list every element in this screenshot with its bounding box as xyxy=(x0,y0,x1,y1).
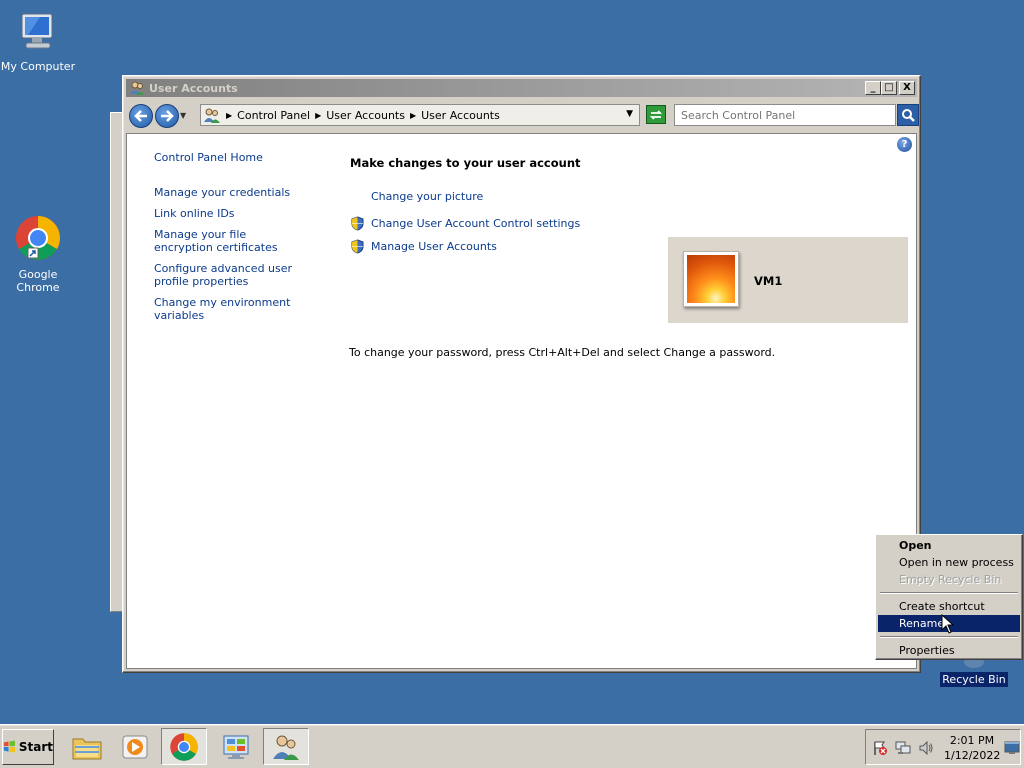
uac-shield-icon xyxy=(351,216,364,231)
windows-flag-icon xyxy=(3,740,15,753)
minimize-button[interactable]: _ xyxy=(865,81,881,95)
system-tray: 2:01 PM 1/12/2022 xyxy=(865,729,1021,765)
window-titlebar[interactable]: User Accounts _ □ X xyxy=(126,79,917,97)
search-button[interactable] xyxy=(897,104,919,126)
history-dropdown-icon[interactable]: ▼ xyxy=(180,111,186,120)
close-button[interactable]: X xyxy=(899,81,915,95)
task-uac-settings[interactable]: Change User Account Control settings xyxy=(350,216,580,231)
navigation-bar: ▼ ▶ Control Panel ▶ User Accounts ▶ User… xyxy=(126,100,919,131)
menu-item-open[interactable]: Open xyxy=(878,537,1020,554)
link-environment-variables[interactable]: Change my environment variables xyxy=(154,296,334,322)
breadcrumb-control-panel[interactable]: Control Panel xyxy=(237,109,310,122)
chrome-icon xyxy=(170,732,198,761)
address-bar[interactable]: ▶ Control Panel ▶ User Accounts ▶ User A… xyxy=(200,104,640,126)
back-button[interactable] xyxy=(129,103,153,128)
maximize-button[interactable]: □ xyxy=(881,81,897,95)
link-control-panel-home[interactable]: Control Panel Home xyxy=(154,151,334,164)
task-label: Change your picture xyxy=(371,190,484,203)
search-input[interactable] xyxy=(674,104,896,126)
user-accounts-window: User Accounts _ □ X ▼ ▶ Control Panel ▶ … xyxy=(122,75,921,673)
task-change-picture[interactable]: Change your picture xyxy=(350,189,483,204)
volume-icon[interactable] xyxy=(918,740,934,756)
quick-launch-explorer[interactable] xyxy=(64,728,110,765)
quick-launch-chrome[interactable] xyxy=(161,728,207,765)
control-panel-icon xyxy=(204,108,220,123)
refresh-icon xyxy=(649,109,663,120)
desktop-icon-label: Recycle Bin xyxy=(940,672,1008,687)
link-advanced-user-profile[interactable]: Configure advanced user profile properti… xyxy=(154,262,324,288)
help-icon[interactable]: ? xyxy=(897,137,912,152)
desktop-icon-google-chrome[interactable]: Google Chrome xyxy=(0,214,78,295)
control-panel-icon xyxy=(223,735,249,759)
uac-shield-icon xyxy=(351,239,364,254)
menu-item-open-new-process[interactable]: Open in new process xyxy=(878,554,1020,571)
user-accounts-icon xyxy=(130,81,144,95)
breadcrumb-separator-icon[interactable]: ▶ xyxy=(410,111,416,120)
password-info-text: To change your password, press Ctrl+Alt+… xyxy=(349,346,776,359)
user-name: VM1 xyxy=(754,274,783,288)
breadcrumb-separator-icon[interactable]: ▶ xyxy=(226,111,232,120)
explorer-icon xyxy=(72,738,102,759)
clock-time: 2:01 PM xyxy=(949,734,995,747)
menu-item-create-shortcut[interactable]: Create shortcut xyxy=(878,598,1020,615)
back-arrow-icon xyxy=(134,109,147,122)
breadcrumb-user-accounts-current[interactable]: User Accounts xyxy=(421,109,500,122)
show-desktop-icon[interactable] xyxy=(1004,741,1020,755)
user-picture[interactable] xyxy=(683,251,739,307)
user-accounts-icon xyxy=(273,735,299,760)
quick-launch-control-panel[interactable] xyxy=(213,728,259,765)
menu-item-empty-recycle-bin: Empty Recycle Bin xyxy=(899,573,1002,586)
start-label: Start xyxy=(18,740,53,754)
task-label: Change User Account Control settings xyxy=(371,217,581,230)
refresh-button[interactable] xyxy=(646,105,666,124)
address-dropdown-icon[interactable]: ▼ xyxy=(626,109,633,119)
breadcrumb-user-accounts[interactable]: User Accounts xyxy=(326,109,405,122)
desktop-icon-label: My Computer xyxy=(0,60,76,73)
taskbar: Start 2:01 PM 1/12/2022 xyxy=(0,724,1024,768)
mouse-cursor-icon xyxy=(941,614,955,634)
window-title: User Accounts xyxy=(149,81,238,95)
link-online-ids[interactable]: Link online IDs xyxy=(154,207,334,220)
forward-button[interactable] xyxy=(155,103,179,128)
desktop-icon-my-computer[interactable]: My Computer xyxy=(0,10,78,74)
chrome-icon xyxy=(16,216,60,260)
link-manage-credentials[interactable]: Manage your credentials xyxy=(154,186,334,199)
desktop-icon-label: Google Chrome xyxy=(16,268,60,294)
task-label: Manage User Accounts xyxy=(371,240,497,253)
link-file-encryption-certificates[interactable]: Manage your file encryption certificates xyxy=(154,228,304,254)
quick-launch-media-player[interactable] xyxy=(112,728,158,765)
page-heading: Make changes to your user account xyxy=(350,156,581,170)
tasks-pane: Control Panel Home Manage your credentia… xyxy=(154,148,334,322)
start-button[interactable]: Start xyxy=(2,729,54,765)
search-icon xyxy=(902,109,915,122)
menu-separator xyxy=(880,592,1018,594)
content-area: ? Control Panel Home Manage your credent… xyxy=(126,133,917,669)
action-center-flag-icon[interactable] xyxy=(872,740,888,756)
quick-launch-user-accounts[interactable] xyxy=(263,728,309,765)
breadcrumb-separator-icon[interactable]: ▶ xyxy=(315,111,321,120)
user-account-tile: VM1 xyxy=(668,237,908,323)
clock[interactable]: 2:01 PM 1/12/2022 xyxy=(944,733,1000,763)
media-player-icon xyxy=(122,735,148,758)
network-icon[interactable] xyxy=(895,740,911,756)
clock-date: 1/12/2022 xyxy=(944,749,1001,762)
flower-picture-icon xyxy=(687,255,735,303)
menu-separator xyxy=(880,636,1018,638)
forward-arrow-icon xyxy=(161,109,174,122)
computer-icon xyxy=(21,13,53,49)
task-manage-user-accounts[interactable]: Manage User Accounts xyxy=(350,239,497,254)
context-menu: Open Open in new process Empty Recycle B… xyxy=(875,534,1023,660)
menu-item-properties[interactable]: Properties xyxy=(878,642,1020,659)
